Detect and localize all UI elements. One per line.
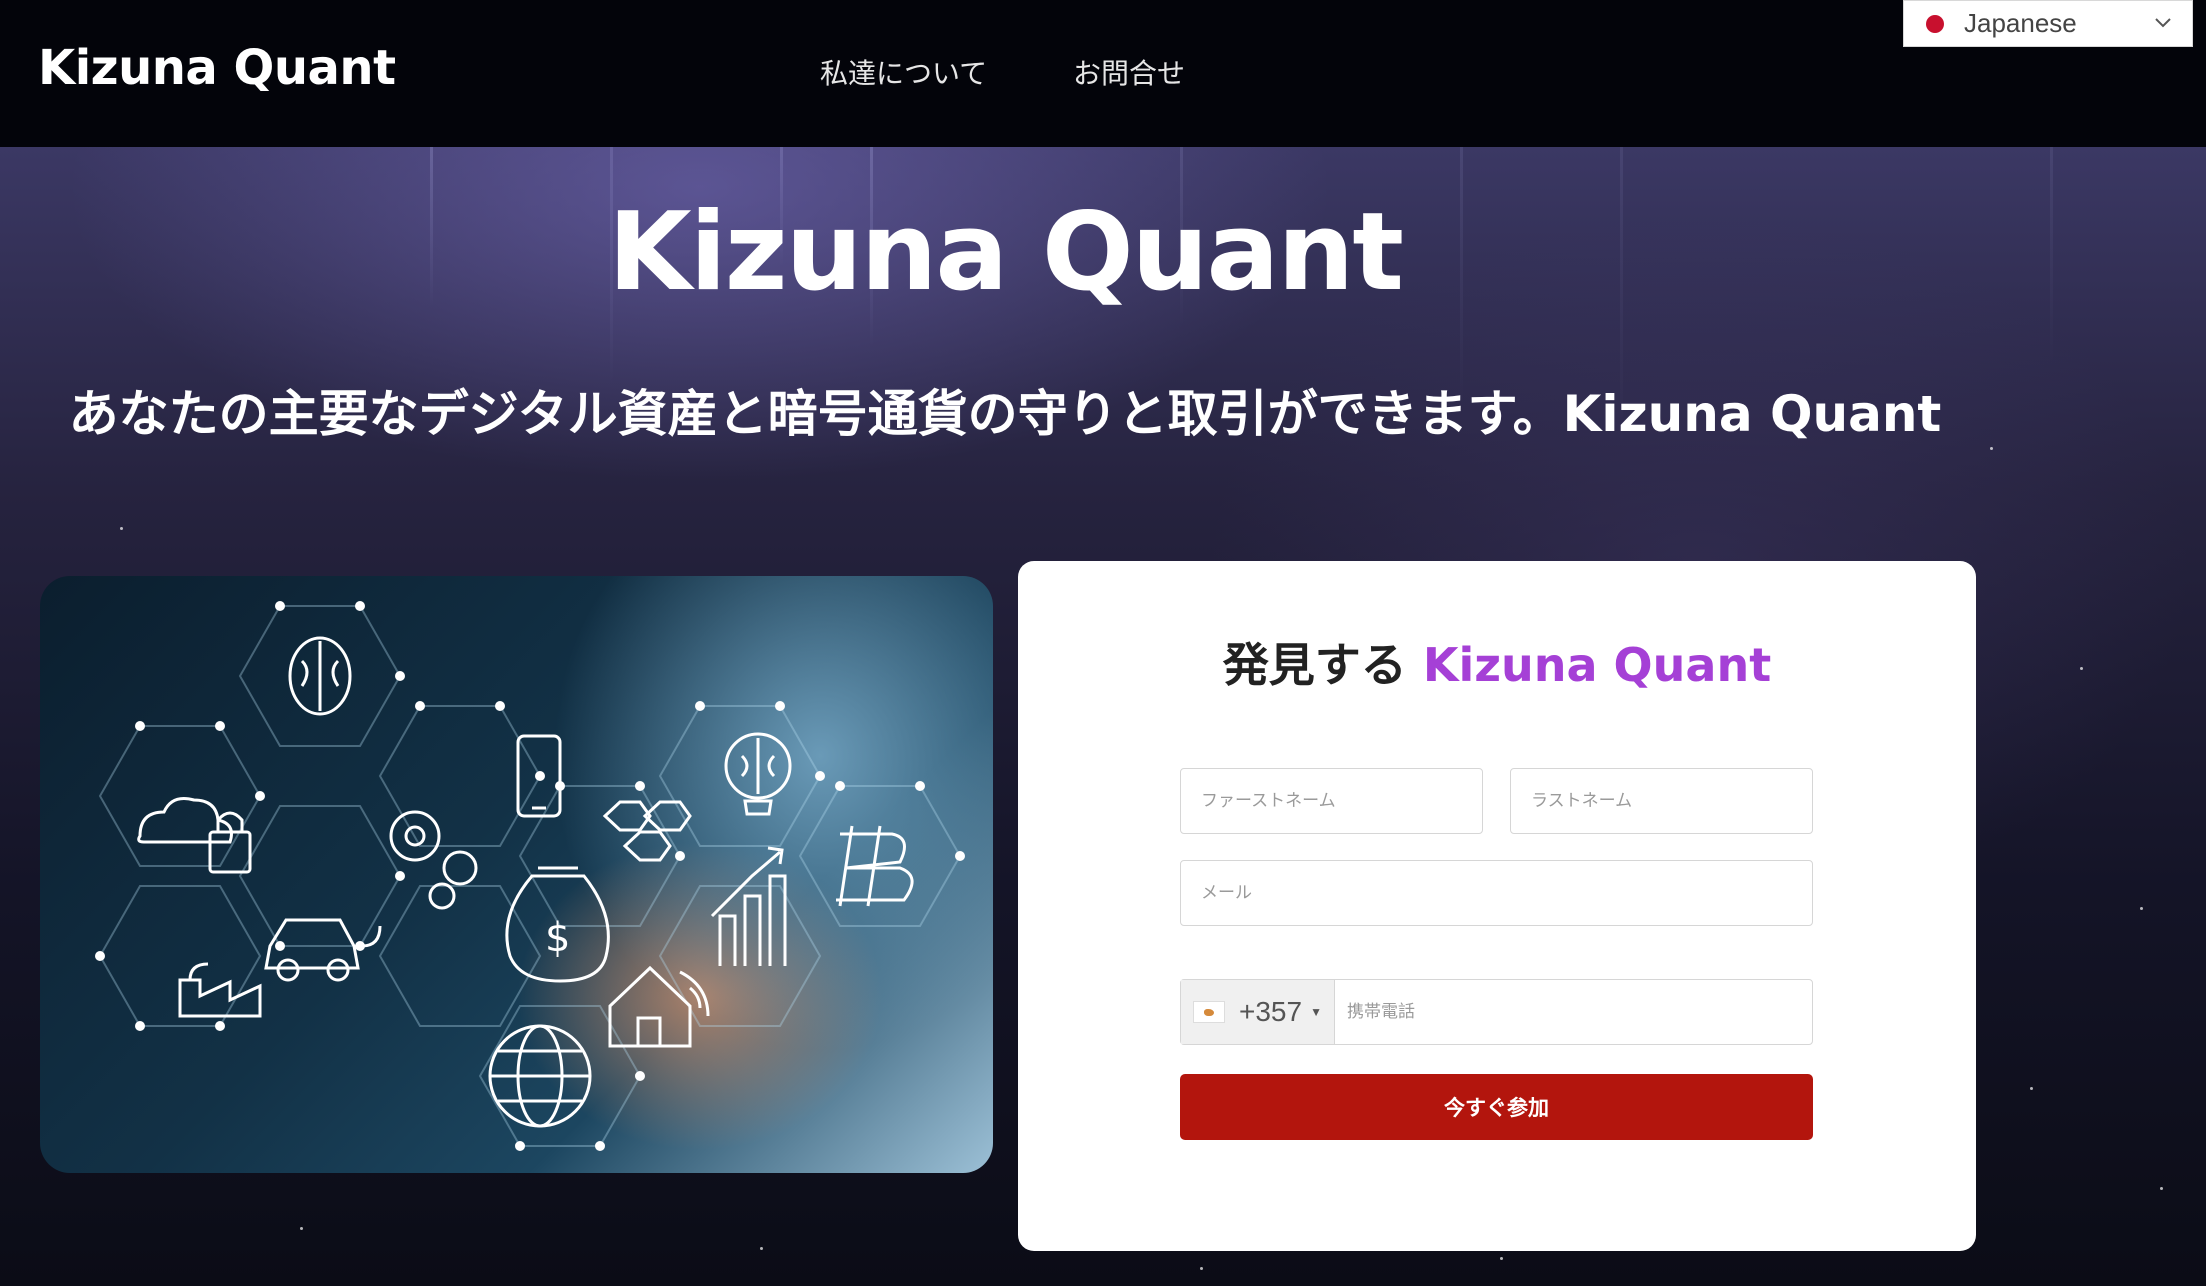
country-code-select[interactable]: +357 ▼ (1181, 980, 1335, 1044)
caret-down-icon: ▼ (1310, 1005, 1322, 1019)
signup-title-brand: Kizuna Quant (1422, 638, 1772, 692)
gears-icon (389, 810, 478, 910)
email-field[interactable] (1180, 860, 1813, 926)
lightbulb-brain-icon (724, 732, 792, 816)
hero-title: Kizuna Quant (608, 190, 1404, 315)
cloud-lock-icon (137, 797, 252, 874)
site-logo[interactable]: Kizuna Quant (38, 40, 396, 96)
svg-text:$: $ (545, 915, 570, 961)
factory-icon (178, 962, 262, 1018)
bitcoin-icon (836, 825, 914, 907)
dial-code: +357 (1239, 996, 1303, 1027)
globe-icon (488, 1024, 592, 1128)
hero-subtitle: あなたの主要なデジタル資産と暗号通貨の守りと取引ができます。Kizuna Qua… (68, 385, 1942, 443)
signup-title: 発見する Kizuna Quant (1018, 629, 1976, 695)
last-name-field[interactable] (1510, 768, 1813, 834)
first-name-field[interactable] (1180, 768, 1483, 834)
language-select-value: Japanese (1964, 8, 2077, 38)
cyprus-flag-icon (1193, 1001, 1225, 1023)
smart-home-icon (608, 965, 710, 1048)
signup-card: 発見する Kizuna Quant +357 ▼ 今すぐ参加 (1018, 561, 1976, 1251)
language-select[interactable]: Japanese (1903, 0, 2193, 47)
japan-flag-icon (1926, 14, 1944, 33)
hero-illustration: $ (40, 576, 993, 1173)
phone-field[interactable] (1335, 980, 1812, 1044)
join-now-button[interactable]: 今すぐ参加 (1180, 1074, 1813, 1140)
chevron-down-icon (2155, 18, 2171, 28)
brain-icon (288, 636, 352, 716)
top-navbar: Kizuna Quant 私達について お問合せ Japanese (0, 0, 2206, 147)
nav-link-about[interactable]: 私達について (820, 52, 987, 92)
phone-field-group: +357 ▼ (1180, 979, 1813, 1045)
growth-chart-icon (710, 846, 787, 966)
nav-link-contact[interactable]: お問合せ (1073, 52, 1185, 92)
signup-title-prefix: 発見する (1222, 638, 1407, 692)
